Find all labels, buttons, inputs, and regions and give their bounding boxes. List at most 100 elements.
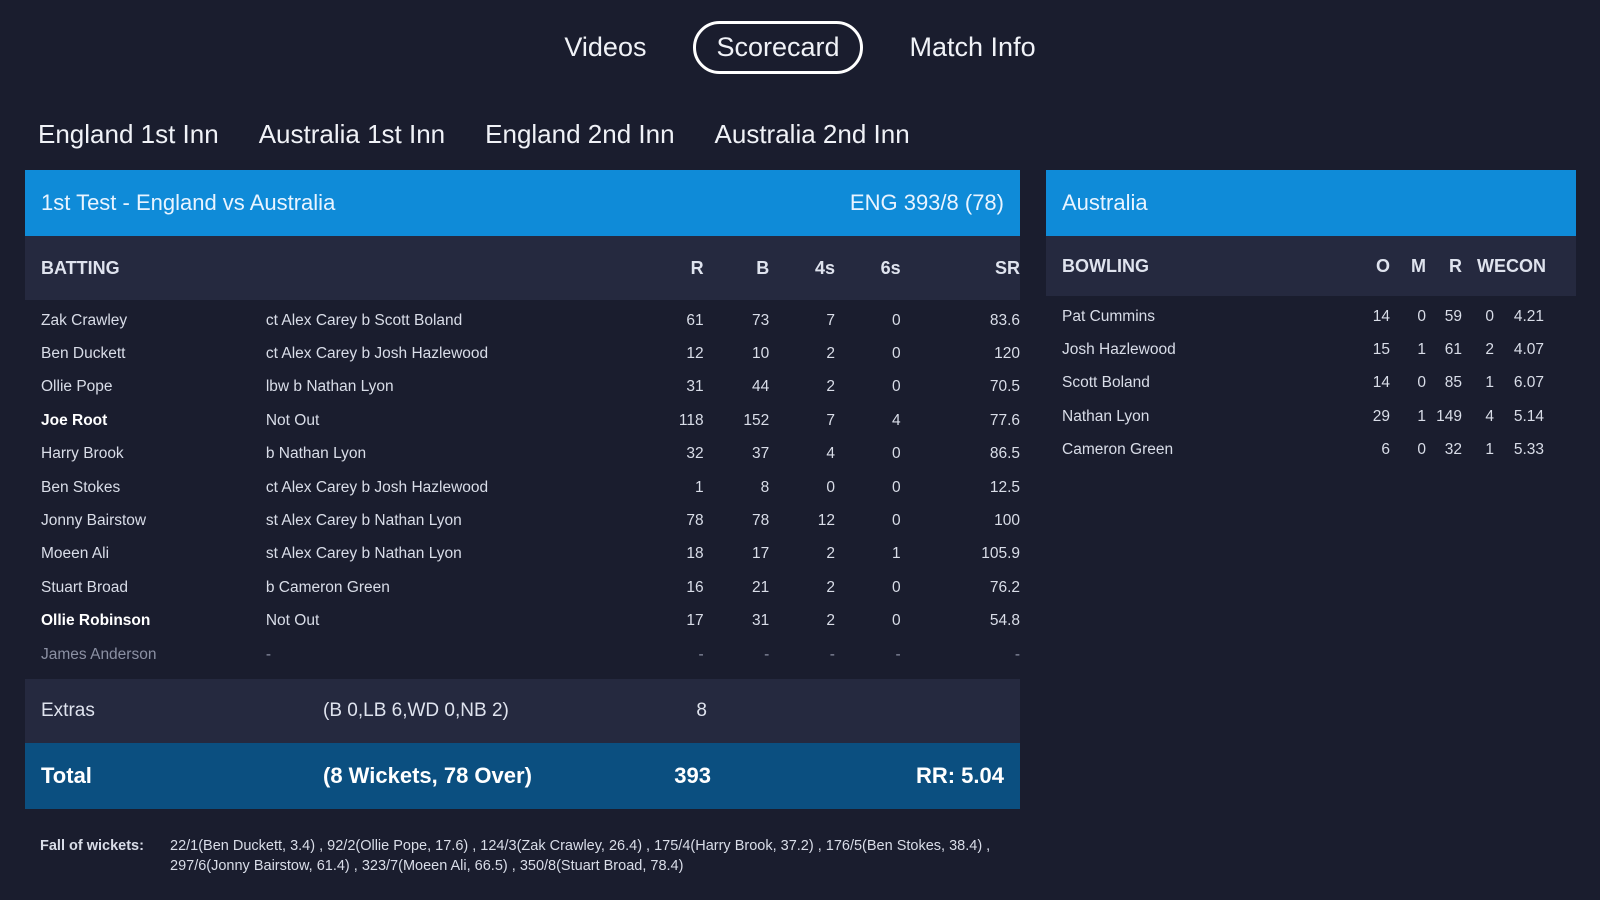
tab-videos[interactable]: Videos bbox=[541, 21, 669, 74]
balls: 10 bbox=[752, 345, 770, 363]
wickets: 1 bbox=[1485, 374, 1494, 392]
overs: 14 bbox=[1372, 374, 1390, 392]
fours: 2 bbox=[826, 612, 835, 630]
header-runs-conceded: R bbox=[1449, 255, 1462, 276]
innings-nav: England 1st Inn Australia 1st Inn Englan… bbox=[38, 112, 910, 156]
bowling-row[interactable]: Scott Boland 14 0 85 1 6.07 bbox=[1046, 367, 1576, 400]
maidens: 0 bbox=[1417, 441, 1426, 459]
fours: 4 bbox=[826, 445, 835, 463]
tab-scorecard[interactable]: Scorecard bbox=[693, 20, 863, 74]
balls: - bbox=[764, 645, 770, 663]
strike-rate: 86.5 bbox=[989, 445, 1021, 463]
strike-rate: - bbox=[1014, 645, 1021, 663]
bowler-name: Josh Hazlewood bbox=[1062, 341, 1176, 359]
maidens: 0 bbox=[1417, 307, 1426, 325]
runs: 18 bbox=[686, 545, 704, 563]
header-economy: ECON bbox=[1494, 255, 1547, 276]
strike-rate: 76.2 bbox=[989, 578, 1021, 596]
tab-australia-1st-inn[interactable]: Australia 1st Inn bbox=[259, 119, 445, 150]
dismissal: - bbox=[265, 645, 272, 663]
tab-england-1st-inn[interactable]: England 1st Inn bbox=[38, 119, 219, 150]
dismissal: st Alex Carey b Nathan Lyon bbox=[265, 512, 462, 530]
batting-row[interactable]: Joe Root Not Out 118 152 7 4 77.6 bbox=[25, 404, 1020, 437]
runs-conceded: 149 bbox=[1436, 407, 1462, 425]
bowler-name: Nathan Lyon bbox=[1062, 407, 1150, 425]
bowling-row[interactable]: Cameron Green 6 0 32 1 5.33 bbox=[1046, 434, 1576, 467]
fours: 7 bbox=[826, 311, 835, 329]
runs: 31 bbox=[686, 378, 704, 396]
batting-row[interactable]: Zak Crawley ct Alex Carey b Scott Boland… bbox=[25, 304, 1020, 337]
strike-rate: 70.5 bbox=[989, 378, 1021, 396]
balls: 21 bbox=[752, 578, 770, 596]
header-balls: B bbox=[756, 257, 770, 278]
sixes: 0 bbox=[892, 378, 901, 396]
batter-name: Ollie Pope bbox=[41, 378, 113, 396]
batting-row[interactable]: Ben Duckett ct Alex Carey b Josh Hazlewo… bbox=[25, 337, 1020, 370]
bowler-name: Scott Boland bbox=[1062, 374, 1150, 392]
sixes: 1 bbox=[892, 545, 901, 563]
bowling-panel: Australia BOWLING O M R W ECON Pat Cummi… bbox=[1046, 170, 1576, 467]
balls: 152 bbox=[743, 411, 770, 429]
batting-row[interactable]: Ollie Robinson Not Out 17 31 2 0 54.8 bbox=[25, 605, 1020, 638]
overs: 14 bbox=[1372, 307, 1390, 325]
bowling-row[interactable]: Pat Cummins 14 0 59 0 4.21 bbox=[1046, 300, 1576, 333]
batter-name: Ollie Robinson bbox=[41, 612, 151, 630]
wickets: 1 bbox=[1485, 441, 1494, 459]
sixes: 0 bbox=[892, 578, 901, 596]
batting-title-bar: 1st Test - England vs Australia ENG 393/… bbox=[25, 170, 1020, 236]
sixes: 0 bbox=[892, 311, 901, 329]
batter-name: James Anderson bbox=[41, 645, 157, 663]
runs: 17 bbox=[686, 612, 704, 630]
batter-name: Harry Brook bbox=[41, 445, 124, 463]
fours: 2 bbox=[826, 578, 835, 596]
strike-rate: 100 bbox=[994, 512, 1021, 530]
batting-row[interactable]: Stuart Broad b Cameron Green 16 21 2 0 7… bbox=[25, 571, 1020, 604]
batting-header-title: BATTING bbox=[41, 257, 120, 278]
tab-match-info[interactable]: Match Info bbox=[887, 21, 1059, 74]
fall-of-wickets: Fall of wickets: 22/1(Ben Duckett, 3.4) … bbox=[40, 836, 1000, 876]
balls: 37 bbox=[752, 445, 770, 463]
runs: - bbox=[698, 645, 704, 663]
runs: 61 bbox=[686, 311, 704, 329]
balls: 31 bbox=[752, 612, 770, 630]
batter-name: Jonny Bairstow bbox=[41, 512, 147, 530]
batting-row[interactable]: Ben Stokes ct Alex Carey b Josh Hazlewoo… bbox=[25, 471, 1020, 504]
batting-header-row: BATTING R B 4s 6s SR bbox=[25, 236, 1020, 300]
tab-australia-2nd-inn[interactable]: Australia 2nd Inn bbox=[715, 119, 910, 150]
runs: 32 bbox=[686, 445, 704, 463]
bowler-name: Cameron Green bbox=[1062, 441, 1174, 459]
sixes: 0 bbox=[892, 445, 901, 463]
runs-conceded: 85 bbox=[1444, 374, 1462, 392]
bowling-row[interactable]: Nathan Lyon 29 1 149 4 5.14 bbox=[1046, 400, 1576, 433]
economy: 6.07 bbox=[1513, 374, 1544, 392]
maidens: 1 bbox=[1417, 341, 1426, 359]
overs: 29 bbox=[1372, 407, 1390, 425]
batting-row[interactable]: Jonny Bairstow st Alex Carey b Nathan Ly… bbox=[25, 504, 1020, 537]
fours: 12 bbox=[817, 512, 835, 530]
balls: 78 bbox=[752, 512, 770, 530]
fall-of-wickets-label: Fall of wickets: bbox=[40, 838, 144, 854]
header-sixes: 6s bbox=[880, 257, 901, 278]
batting-row[interactable]: James Anderson - - - - - - bbox=[25, 638, 1020, 671]
extras-detail: (B 0,LB 6,WD 0,NB 2) bbox=[323, 700, 509, 722]
batting-row[interactable]: Harry Brook b Nathan Lyon 32 37 4 0 86.5 bbox=[25, 438, 1020, 471]
runs: 78 bbox=[686, 512, 704, 530]
strike-rate: 120 bbox=[994, 345, 1021, 363]
runs-conceded: 59 bbox=[1444, 307, 1462, 325]
dismissal: st Alex Carey b Nathan Lyon bbox=[265, 545, 462, 563]
fours: 2 bbox=[826, 378, 835, 396]
batting-row[interactable]: Ollie Pope lbw b Nathan Lyon 31 44 2 0 7… bbox=[25, 371, 1020, 404]
fall-of-wickets-text: 22/1(Ben Duckett, 3.4) , 92/2(Ollie Pope… bbox=[170, 838, 991, 874]
tab-england-2nd-inn[interactable]: England 2nd Inn bbox=[485, 119, 674, 150]
batting-row[interactable]: Moeen Ali st Alex Carey b Nathan Lyon 18… bbox=[25, 538, 1020, 571]
batter-name: Joe Root bbox=[41, 411, 108, 429]
bowler-name: Pat Cummins bbox=[1062, 307, 1156, 325]
header-maidens: M bbox=[1411, 255, 1426, 276]
bowling-header-row: BOWLING O M R W ECON bbox=[1046, 236, 1576, 296]
batter-name: Ben Duckett bbox=[41, 345, 126, 363]
bowling-row[interactable]: Josh Hazlewood 15 1 61 2 4.07 bbox=[1046, 333, 1576, 366]
strike-rate: 83.6 bbox=[989, 311, 1021, 329]
dismissal: Not Out bbox=[265, 411, 320, 429]
sixes: 0 bbox=[892, 345, 901, 363]
maidens: 0 bbox=[1417, 374, 1426, 392]
